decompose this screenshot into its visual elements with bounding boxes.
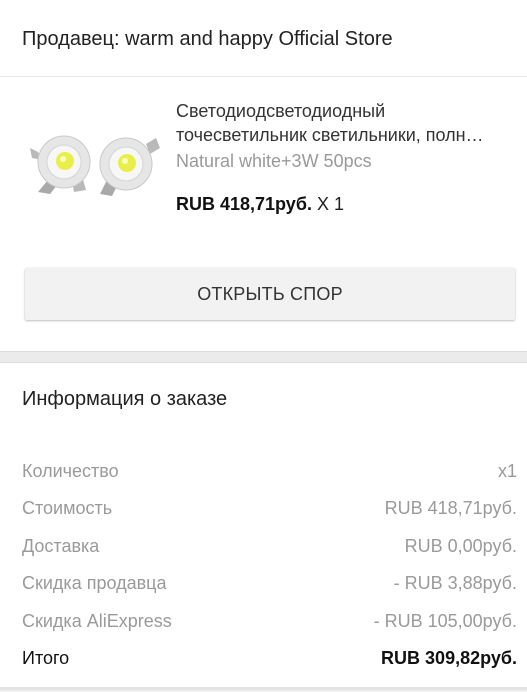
divider: [0, 76, 527, 77]
product-quantity: X 1: [316, 194, 344, 214]
seller-card: Продавец: warm and happy Official Store: [0, 0, 527, 352]
product-name[interactable]: Светодиодсветодиодный точесветильник све…: [176, 99, 516, 147]
seller-title[interactable]: Продавец: warm and happy Official Store: [22, 28, 393, 51]
order-row-value: - RUB 3,88руб.: [393, 572, 517, 593]
order-row-shipping: Доставка RUB 0,00руб.: [22, 534, 517, 558]
order-row-value: RUB 418,71руб.: [384, 497, 517, 518]
order-info-title: Информация о заказе: [22, 388, 228, 410]
product-name-line-1: Светодиодсветодиодный: [176, 101, 386, 121]
product-variant: Natural white+3W 50pcs: [176, 151, 372, 171]
order-row-label: Количество: [22, 460, 119, 481]
divider: [0, 687, 527, 690]
order-info-card: Информация о заказе Количество x1 Стоимо…: [0, 362, 527, 690]
order-row-seller-discount: Скидка продавца - RUB 3,88руб.: [22, 571, 517, 595]
order-row-label: Скидка AliExpress: [22, 610, 172, 631]
order-row-aliexpress-discount: Скидка AliExpress - RUB 105,00руб.: [22, 609, 517, 633]
order-row-value: - RUB 105,00руб.: [373, 610, 517, 631]
order-total-value: RUB 309,82руб.: [381, 647, 517, 668]
order-row-value: RUB 0,00руб.: [404, 535, 517, 556]
order-row-quantity: Количество x1: [22, 459, 517, 483]
order-row-label: Итого: [22, 647, 70, 668]
order-row-label: Скидка продавца: [22, 572, 167, 593]
section-gap: [0, 352, 527, 362]
order-row-cost: Стоимость RUB 418,71руб.: [22, 496, 517, 520]
order-row-label: Стоимость: [22, 497, 113, 518]
led-chip-image: [30, 135, 160, 196]
order-row-value: x1: [497, 460, 517, 481]
order-row-label: Доставка: [22, 535, 100, 556]
product-image[interactable]: [26, 120, 164, 220]
product-price: RUB 418,71руб.: [176, 194, 312, 214]
open-dispute-button[interactable]: ОТКРЫТЬ СПОР: [25, 268, 515, 320]
product-name-line-2: точесветильник светильники, полн…: [176, 125, 484, 145]
order-row-total: Итого RUB 309,82руб.: [22, 646, 517, 670]
product-price-row: RUB 418,71руб. X 1: [176, 194, 344, 215]
